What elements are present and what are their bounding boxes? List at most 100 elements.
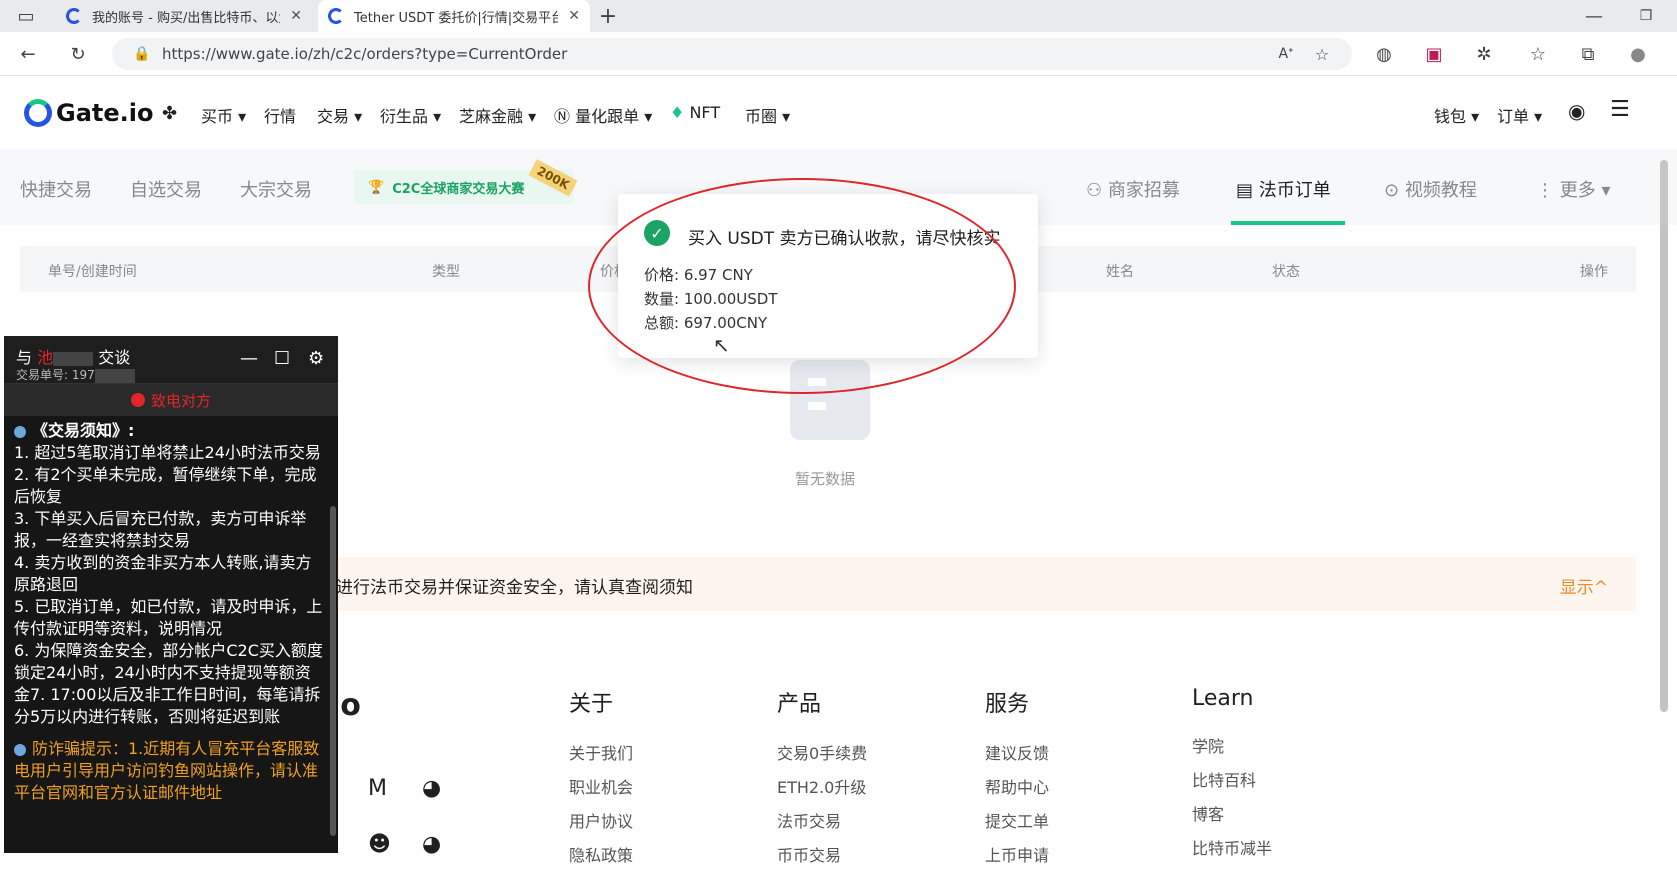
read-aloud-icon[interactable]: Aᐩ [1274,42,1298,66]
rule-item: 4. 卖方收到的资金非买方本人转账,请卖方原路退回 [14,553,312,594]
nav-nft[interactable]: ♦ NFT [670,103,720,122]
footer-link[interactable]: 比特百科 [1192,767,1272,801]
footer-link[interactable]: ETH2.0升级 [777,774,867,808]
footer-link[interactable]: 提交工单 [985,808,1049,842]
tab-quick-trade[interactable]: 快捷交易 [20,176,92,202]
nav-quant-label: 量化跟单 ▾ [575,107,653,126]
notice-text: 进行法币交易并保证资金安全，请认真查阅须知 [336,578,693,598]
footer-col-learn: Learn 学院 比特百科 博客 比特币减半 [1192,686,1272,869]
call-counterparty-button[interactable]: 致电对方 [4,384,338,416]
tab-video-tutorial[interactable]: ⊙ 视频教程 [1384,176,1477,202]
footer-col-title: Learn [1192,686,1254,711]
minimize-chat-icon[interactable]: — [240,348,258,369]
tab-block-trade[interactable]: 大宗交易 [240,176,312,202]
col-type: 类型 [432,264,460,280]
footer-link[interactable]: 币币交易 [777,842,867,876]
discord-alt-icon[interactable]: ◕ [422,832,441,857]
banner-text: C2C全球商家交易大赛 [392,181,525,197]
tab-title: 我的账号 - 购买/出售比特币、以太 [92,10,281,26]
url-field[interactable]: 🔒 https://www.gate.io/zh/c2c/orders?type… [112,38,1352,70]
rule-item: 5. 已取消订单，如已付款，请及时申诉，上传付款证明等资料，说明情况 [14,597,323,638]
notice-title: 《交易须知》: [32,421,135,440]
lock-icon[interactable]: 🔒 [130,42,154,66]
more-vertical-icon: ⋮ [1536,180,1554,201]
browser-tab-bar: ▭ 我的账号 - 购买/出售比特币、以太 ✕ Tether USDT 委托价|行… [0,0,1677,32]
footer-link[interactable]: 法币交易 [777,808,867,842]
sidebar-toggle-icon[interactable]: ▭ [14,4,38,28]
footer-link[interactable]: 职业机会 [569,774,633,808]
browser-tab-2[interactable]: Tether USDT 委托价|行情|交易平台 ✕ [318,0,590,32]
nav-derivatives[interactable]: 衍生品 ▾ [380,103,441,127]
close-tab-icon[interactable]: ✕ [290,8,302,24]
tab-title: Tether USDT 委托价|行情|交易平台 [354,10,559,26]
nav-quant[interactable]: Ⓝ 量化跟单 ▾ [554,103,652,127]
nav-orders[interactable]: 订单 ▾ [1497,103,1542,127]
chat-order-number: 交易单号: 197 [16,366,135,383]
collections-icon[interactable]: ⧉ [1576,42,1600,66]
footer-col-products: 产品 交易0手续费 ETH2.0升级 法币交易 币币交易 [777,686,867,876]
tab-fiat-orders[interactable]: ▤ 法币订单 [1236,176,1331,202]
redaction [94,368,135,383]
new-tab-icon[interactable]: + [596,4,620,29]
tab-merchant-recruit[interactable]: ⚇ 商家招募 [1086,176,1180,202]
nav-trade[interactable]: 交易 ▾ [317,103,362,127]
empty-data-text: 暂无数据 [795,470,856,488]
rule-item: 2. 有2个买单未完成，暂停继续下单，完成后恢复 [14,465,317,506]
refresh-icon[interactable]: ↻ [66,42,90,66]
chat-panel: 与 池 交谈 交易单号: 197 — ☐ ⚙ 致电对方 《交易须知》: 1. 超… [4,336,338,853]
extensions-icon[interactable]: ✲ [1472,42,1496,66]
browser-tab-1[interactable]: 我的账号 - 购买/出售比特币、以太 ✕ [56,0,312,32]
footer-link[interactable]: 关于我们 [569,740,633,774]
footer-link[interactable]: 建议反馈 [985,740,1049,774]
minimize-icon[interactable]: — [1582,4,1606,28]
chat-title-suffix: 交谈 [98,348,131,367]
footer-link[interactable]: 帮助中心 [985,774,1049,808]
apps-grid-icon[interactable]: ✤ [162,103,177,124]
chat-settings-icon[interactable]: ⚙ [308,348,324,369]
close-tab-icon[interactable]: ✕ [568,8,580,24]
call-label: 致电对方 [150,391,211,410]
footer-col-about: 关于 关于我们 职业机会 用户协议 隐私政策 [569,686,633,876]
tab-more[interactable]: ⋮ 更多 ▾ [1536,176,1611,202]
notice-show-toggle[interactable]: 显示^ [1560,573,1608,598]
footer-link[interactable]: 比特币减半 [1192,835,1272,869]
footer-link[interactable]: 学院 [1192,733,1272,767]
nav-wallet[interactable]: 钱包 ▾ [1434,103,1479,127]
footer-link[interactable]: 上币申请 [985,842,1049,876]
gate-logo[interactable]: Gate.io [24,99,153,127]
maximize-chat-icon[interactable]: ☐ [274,348,290,369]
nav-community[interactable]: 币圈 ▾ [745,103,790,127]
footer-link[interactable]: 隐私政策 [569,842,633,876]
favorite-icon[interactable]: ☆ [1310,42,1334,66]
tab-p2p-trade[interactable]: 自选交易 [130,176,202,202]
user-account-icon[interactable]: ◉ [1568,99,1585,123]
menu-hamburger-icon[interactable]: ☰ [1610,97,1630,122]
restore-icon[interactable]: ❐ [1634,4,1658,28]
footer-link[interactable]: 用户协议 [569,808,633,842]
medium-icon[interactable]: M [368,776,387,801]
chat-title: 与 池 交谈 [16,344,130,368]
chat-messages: 《交易须知》: 1. 超过5笔取消订单将禁止24小时法币交易 2. 有2个买单未… [14,420,324,804]
footer-link[interactable]: 博客 [1192,801,1272,835]
rule-item: 1. 超过5笔取消订单将禁止24小时法币交易 [14,443,321,462]
footer-col-title: 服务 [985,692,1030,717]
back-icon[interactable]: ← [16,42,40,66]
translate-extension-icon[interactable]: ▣ [1422,42,1446,66]
rule-item: 3. 下单买入后冒充已付款，卖方可申诉举报，一经查实将禁封交易 [14,509,307,550]
extension-globe-icon[interactable]: ◍ [1372,42,1396,66]
order-number-text: 交易单号: 197 [16,368,95,382]
site-navbar: Gate.io ✤ 买币 ▾ 行情 交易 ▾ 衍生品 ▾ 芝麻金融 ▾ Ⓝ 量化… [0,77,1677,149]
profile-avatar-icon[interactable]: ● [1626,42,1650,66]
favorites-icon[interactable]: ☆ [1526,42,1550,66]
tab-more-label: 更多 ▾ [1559,180,1611,201]
nav-finance[interactable]: 芝麻金融 ▾ [459,103,536,127]
nav-markets[interactable]: 行情 [264,103,296,127]
chat-scrollbar[interactable] [330,506,336,836]
footer-link[interactable]: 交易0手续费 [777,740,867,774]
active-tab-indicator [1231,221,1345,225]
page-scrollbar[interactable] [1660,160,1668,712]
nav-buy-crypto[interactable]: 买币 ▾ [201,103,246,127]
discord-icon[interactable]: ◕ [422,776,441,801]
play-icon: ⊙ [1384,180,1400,201]
reddit-icon[interactable]: ☻ [368,832,391,857]
